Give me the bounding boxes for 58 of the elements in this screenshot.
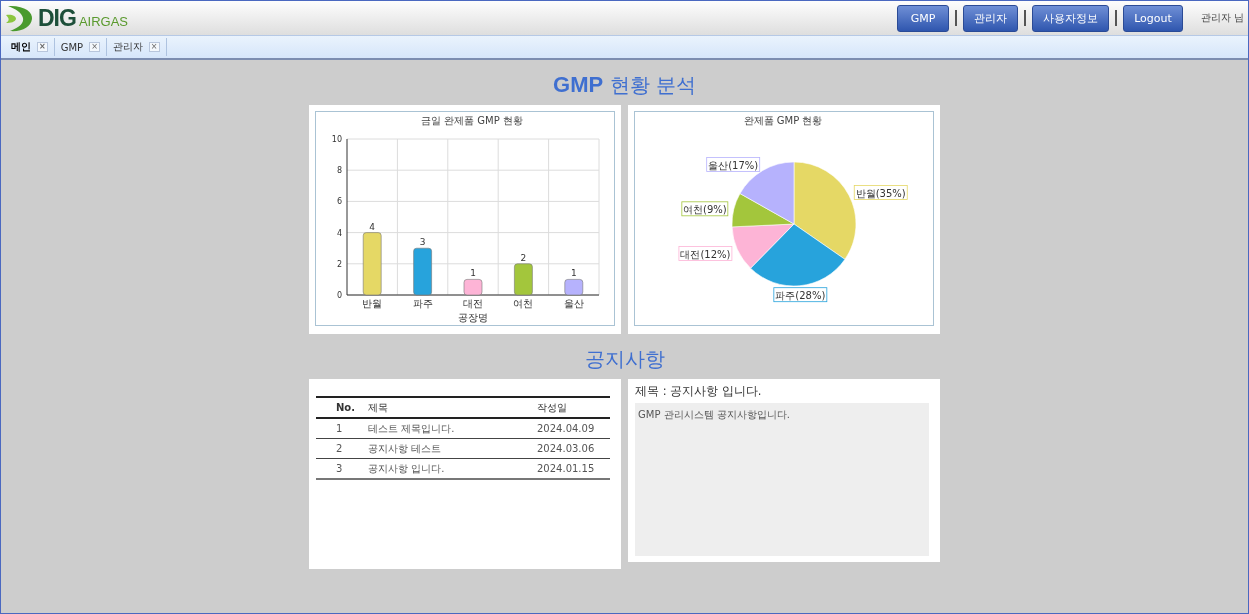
tick-label: 10 xyxy=(331,135,342,144)
bar xyxy=(564,279,584,296)
table-cell: 2024.03.06 xyxy=(536,438,610,459)
close-icon[interactable]: × xyxy=(89,42,100,52)
slice-label: 파주(28%) xyxy=(773,287,828,303)
slice-label: 울산(17%) xyxy=(706,157,761,172)
section-title: GMP 현황 분석 xyxy=(553,72,696,99)
bar xyxy=(514,263,533,296)
user-label: 관리자 님 xyxy=(1200,11,1244,25)
column-header: 제목 xyxy=(367,397,536,418)
tick-label: 8 xyxy=(336,166,342,176)
bar xyxy=(463,279,483,296)
nav-button[interactable]: GMP xyxy=(897,4,950,32)
bar xyxy=(362,232,382,296)
category-label: 여천 xyxy=(513,298,534,309)
tick-label: 2 xyxy=(336,259,342,269)
category-label: 울산 xyxy=(563,298,584,309)
tick-label: 4 xyxy=(336,228,342,238)
chart-title: 완제품 GMP 현황 xyxy=(743,115,823,126)
category-label: 대전 xyxy=(463,298,483,309)
column-header: No. xyxy=(316,397,367,418)
nav-button[interactable]: 사용자정보 xyxy=(1032,4,1110,32)
tick-label: 6 xyxy=(336,197,342,207)
notice-body: GMP 관리시스템 공지사항입니다. xyxy=(635,403,929,556)
close-icon[interactable]: × xyxy=(37,42,48,52)
tab[interactable]: 메인 × xyxy=(5,38,55,56)
nav-button[interactable]: 관리자 xyxy=(963,4,1019,32)
data-label: 2 xyxy=(520,252,527,263)
category-label: 파주 xyxy=(412,298,433,309)
tab[interactable]: 관리자 × xyxy=(106,38,167,56)
column-header: 작성일 xyxy=(536,397,610,418)
chart-title: 금일 완제품 GMP 현황 xyxy=(421,115,523,126)
table-cell[interactable]: 공지사항 테스트 xyxy=(367,438,536,459)
table-cell[interactable]: 테스트 제목입니다. xyxy=(367,418,536,439)
notice-title: 제목 : 공지사항 입니다. xyxy=(635,383,763,400)
axis-title: 공장명 xyxy=(458,312,488,323)
data-label: 3 xyxy=(419,237,426,248)
nav-button[interactable]: Logout xyxy=(1123,4,1183,32)
category-label: 반월 xyxy=(362,298,383,309)
tab[interactable]: GMP × xyxy=(54,38,107,56)
logo-icon xyxy=(4,3,34,33)
section-title: 공지사항 xyxy=(584,346,665,373)
table-cell: 2024.04.09 xyxy=(536,418,610,439)
table-cell: 2 xyxy=(316,438,367,459)
data-label: 4 xyxy=(369,221,376,232)
slice-label: 여천(9%) xyxy=(681,201,729,217)
bar xyxy=(413,247,432,296)
tick-label: 0 xyxy=(336,291,342,300)
close-icon[interactable]: × xyxy=(148,42,160,52)
data-label: 1 xyxy=(470,268,476,279)
table-cell[interactable]: 공지사항 입니다. xyxy=(367,458,536,479)
table-cell: 2024.01.15 xyxy=(536,458,610,479)
slice-label: 대전(12%) xyxy=(678,246,733,261)
logo-text: DIG AIRGAS xyxy=(38,4,128,32)
data-label: 1 xyxy=(570,268,577,279)
table-cell: 1 xyxy=(316,418,367,439)
slice-label: 반월(35%) xyxy=(853,185,908,200)
table-cell: 3 xyxy=(316,458,367,479)
